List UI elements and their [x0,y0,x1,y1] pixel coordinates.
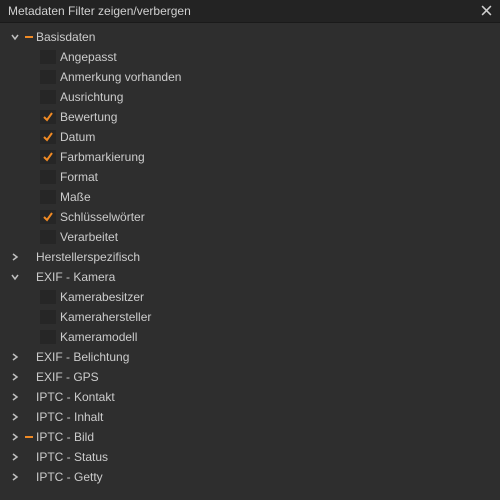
chevron-right-icon[interactable] [8,473,22,481]
checkbox-unchecked-icon[interactable] [40,70,56,84]
tree-group-iptc-status[interactable]: IPTC - Status [0,447,500,467]
group-label: IPTC - Kontakt [36,390,115,404]
checkbox-unchecked-icon[interactable] [40,290,56,304]
group-label: Herstellerspezifisch [36,250,140,264]
group-label: EXIF - Belichtung [36,350,129,364]
tree-item[interactable]: Maße [0,187,500,207]
tree-group-exif-belichtung[interactable]: EXIF - Belichtung [0,347,500,367]
tree-item-label: Format [60,170,98,184]
group-state-icon [22,436,36,438]
group-children: Kamerabesitzer Kamerahersteller Kameramode… [0,287,500,347]
tree-item[interactable]: Kamerahersteller [0,307,500,327]
panel-title: Metadaten Filter zeigen/verbergen [8,4,191,18]
checkbox-unchecked-icon[interactable] [40,310,56,324]
group-label: IPTC - Getty [36,470,103,484]
tree-item[interactable]: Kameramodell [0,327,500,347]
tree-group-iptc-getty[interactable]: IPTC - Getty [0,467,500,487]
tree-group-exif-kamera[interactable]: EXIF - Kamera [0,267,500,287]
chevron-right-icon[interactable] [8,433,22,441]
checkbox-checked-icon[interactable] [40,150,56,164]
chevron-right-icon[interactable] [8,453,22,461]
checkbox-checked-icon[interactable] [40,110,56,124]
tree-item-label: Verarbeitet [60,230,118,244]
group-label: Basisdaten [36,30,95,44]
group-state-icon [22,36,36,38]
group-children: Angepasst Anmerkung vorhanden Ausrichtung B… [0,47,500,247]
tree-item[interactable]: Kamerabesitzer [0,287,500,307]
tree-item-label: Kamerahersteller [60,310,151,324]
group-label: IPTC - Inhalt [36,410,103,424]
tree-item-label: Anmerkung vorhanden [60,70,181,84]
tree-item[interactable]: Angepasst [0,47,500,67]
checkbox-unchecked-icon[interactable] [40,190,56,204]
close-icon[interactable] [479,5,494,18]
tree-item[interactable]: Schlüsselwörter [0,207,500,227]
tree-item-label: Angepasst [60,50,117,64]
tree-item[interactable]: Anmerkung vorhanden [0,67,500,87]
tree-group-herstellerspezifisch[interactable]: Herstellerspezifisch [0,247,500,267]
chevron-right-icon[interactable] [8,373,22,381]
tree-group-iptc-inhalt[interactable]: IPTC - Inhalt [0,407,500,427]
checkbox-unchecked-icon[interactable] [40,230,56,244]
tree-item-label: Ausrichtung [60,90,123,104]
chevron-right-icon[interactable] [8,413,22,421]
chevron-right-icon[interactable] [8,253,22,261]
tree-item[interactable]: Ausrichtung [0,87,500,107]
checkbox-unchecked-icon[interactable] [40,90,56,104]
tree-item[interactable]: Verarbeitet [0,227,500,247]
tree-group-exif-gps[interactable]: EXIF - GPS [0,367,500,387]
checkbox-unchecked-icon[interactable] [40,330,56,344]
panel-titlebar: Metadaten Filter zeigen/verbergen [0,0,500,23]
tree-item-label: Kameramodell [60,330,137,344]
tree-group-iptc-bild[interactable]: IPTC - Bild [0,427,500,447]
checkbox-checked-icon[interactable] [40,130,56,144]
group-label: EXIF - GPS [36,370,99,384]
checkbox-checked-icon[interactable] [40,210,56,224]
tree-item[interactable]: Format [0,167,500,187]
metadata-filter-tree: Basisdaten Angepasst Anmerkung vorhanden Au… [0,23,500,491]
tree-group-iptc-kontakt[interactable]: IPTC - Kontakt [0,387,500,407]
tree-item-label: Schlüsselwörter [60,210,145,224]
tree-group-basisdaten[interactable]: Basisdaten [0,27,500,47]
tree-item-label: Maße [60,190,91,204]
checkbox-unchecked-icon[interactable] [40,170,56,184]
group-label: IPTC - Bild [36,430,94,444]
chevron-down-icon[interactable] [8,273,22,281]
chevron-right-icon[interactable] [8,393,22,401]
tree-item[interactable]: Bewertung [0,107,500,127]
tree-item-label: Farbmarkierung [60,150,145,164]
group-label: EXIF - Kamera [36,270,115,284]
group-label: IPTC - Status [36,450,108,464]
tree-item[interactable]: Datum [0,127,500,147]
chevron-down-icon[interactable] [8,33,22,41]
tree-item[interactable]: Farbmarkierung [0,147,500,167]
checkbox-unchecked-icon[interactable] [40,50,56,64]
tree-item-label: Datum [60,130,95,144]
tree-item-label: Bewertung [60,110,117,124]
tree-item-label: Kamerabesitzer [60,290,144,304]
chevron-right-icon[interactable] [8,353,22,361]
